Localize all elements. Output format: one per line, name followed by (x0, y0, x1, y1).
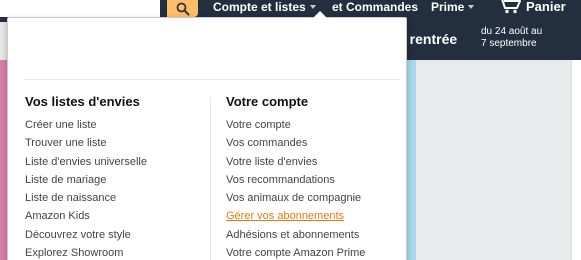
cart-icon (499, 0, 521, 14)
account-item-manage-subscriptions[interactable]: Gérer vos abonnements (226, 207, 365, 225)
list-item-baby-registry[interactable]: Liste de naissance (25, 189, 147, 207)
banner-dates: du 24 août au 7 septembre (481, 26, 542, 50)
search-icon (176, 2, 189, 15)
search-input[interactable] (0, 0, 160, 17)
prime-label: Prime (431, 0, 465, 14)
orders-link[interactable]: et Commandes (332, 0, 418, 17)
wishlists-heading: Vos listes d'envies (25, 94, 140, 109)
account-list: Votre compte Vos commandes Votre liste d… (226, 116, 365, 260)
account-column: Votre compte Votre compte Vos commandes … (226, 94, 365, 260)
page-scroll-edge (571, 60, 581, 260)
account-item-pets[interactable]: Vos animaux de compagnie (226, 189, 365, 207)
account-item-recommendations[interactable]: Vos recommandations (226, 171, 365, 189)
list-item-amazon-kids[interactable]: Amazon Kids (25, 207, 147, 225)
page-background-right (400, 60, 581, 260)
banner-dates-line2: 7 septembre (481, 38, 537, 49)
list-item-find-list[interactable]: Trouver une liste (25, 134, 147, 152)
account-item-your-orders[interactable]: Vos commandes (226, 134, 365, 152)
page: Compte et listes et Commandes Prime Pani… (0, 0, 581, 260)
wishlists-list: Créer une liste Trouver une liste Liste … (25, 116, 147, 260)
account-item-your-account[interactable]: Votre compte (226, 116, 365, 134)
cart-link[interactable]: Panier (498, 0, 566, 17)
dropdown-pointer (313, 11, 327, 18)
account-and-lists-menu[interactable]: Compte et listes (213, 0, 316, 17)
caret-down-icon (309, 4, 316, 9)
list-item-create-list[interactable]: Créer une liste (25, 116, 147, 134)
column-divider (210, 97, 211, 260)
cart-label: Panier (526, 0, 566, 14)
list-item-wedding-registry[interactable]: Liste de mariage (25, 171, 147, 189)
wishlists-column: Vos listes d'envies Créer une liste Trou… (25, 94, 147, 260)
account-heading: Votre compte (226, 94, 309, 109)
list-item-explore-showroom[interactable]: Explorez Showroom (25, 244, 147, 260)
list-item-universal-wishlist[interactable]: Liste d'envies universelle (25, 153, 147, 171)
orders-label: et Commandes (332, 0, 419, 14)
banner-dates-line1: du 24 août au (481, 26, 543, 37)
list-item-discover-style[interactable]: Découvrez votre style (25, 226, 147, 244)
account-item-your-wishlist[interactable]: Votre liste d'envies (226, 153, 365, 171)
page-content-area (416, 60, 571, 260)
caret-down-icon (468, 4, 475, 9)
account-and-lists-label: Compte et listes (213, 0, 306, 14)
account-item-prime-account[interactable]: Votre compte Amazon Prime (226, 244, 365, 260)
search-button[interactable] (167, 0, 198, 17)
prime-menu[interactable]: Prime (431, 0, 475, 17)
dropdown-divider (25, 79, 401, 80)
account-dropdown-panel: Vos listes d'envies Créer une liste Trou… (7, 11, 407, 260)
account-item-memberships[interactable]: Adhésions et abonnements (226, 226, 365, 244)
